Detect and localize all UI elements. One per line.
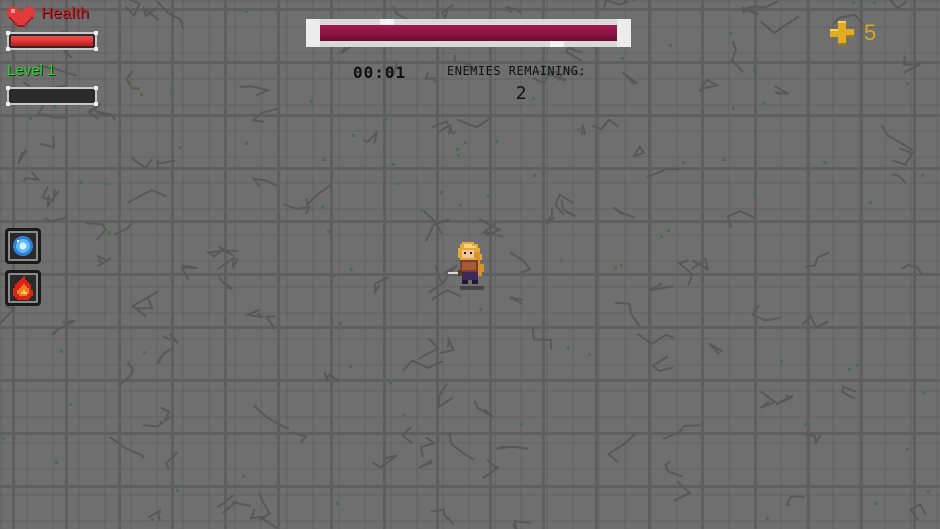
- ice-ability-slot[interactable]: [5, 228, 41, 264]
- boss-health-bar: [306, 19, 631, 47]
- player-status-hud: Health Level 1: [0, 0, 120, 120]
- coin-icon: [830, 21, 854, 45]
- boss-health-bar-fill: [320, 25, 617, 41]
- heart-icon: [7, 7, 35, 27]
- fire-ability-slot[interactable]: [5, 270, 41, 306]
- player-character: [448, 242, 484, 290]
- experience-bar: [6, 86, 98, 106]
- game-viewport[interactable]: Health Level 1 00:01 ENEMIES REMAINING: …: [0, 0, 940, 529]
- elapsed-timer: 00:01: [353, 63, 407, 82]
- coin-count: 5: [864, 20, 877, 45]
- health-bar: [6, 31, 98, 51]
- enemies-remaining-label: ENEMIES REMAINING:: [447, 64, 587, 78]
- fireball-icon: [13, 276, 33, 300]
- enemies-remaining-count: 2: [515, 83, 527, 104]
- ice-orb-icon: [13, 236, 33, 256]
- health-bar-fill: [11, 36, 93, 46]
- health-label: Health: [41, 5, 90, 22]
- level-label: Level 1: [7, 62, 56, 79]
